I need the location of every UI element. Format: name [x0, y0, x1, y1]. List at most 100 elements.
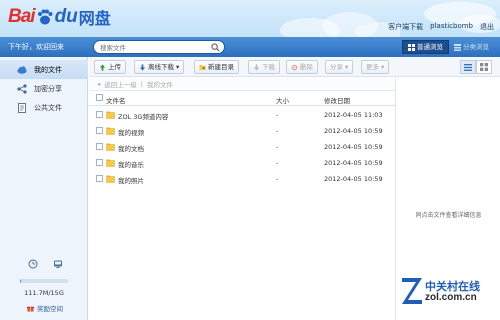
baidu-logo[interactable]: Bai du 网盘: [8, 5, 111, 29]
chevron-down-icon: ▾: [345, 63, 349, 71]
column-header-size[interactable]: 大小: [276, 95, 289, 105]
cloud-icon: [17, 65, 27, 74]
breadcrumb: ◂ 返回上一级 | 我的文件: [89, 78, 395, 91]
download-icon: [253, 63, 260, 71]
file-size: -: [276, 175, 279, 183]
file-size: -: [276, 159, 279, 167]
upload-button[interactable]: 上传: [94, 60, 126, 74]
reward-space-link[interactable]: 奖励空间: [27, 303, 63, 313]
gift-icon: [27, 306, 34, 312]
share-button[interactable]: 分享 ▾: [325, 60, 354, 74]
more-label: 更多: [366, 63, 379, 71]
sidebar-item-encrypted-share[interactable]: 加密分享: [0, 79, 88, 98]
row-checkbox[interactable]: [96, 143, 103, 150]
download-button[interactable]: 下载: [248, 60, 280, 74]
table-row[interactable]: 我的视频 - 2012-04-05 10:59: [89, 123, 395, 139]
username-link[interactable]: plasticbomb: [430, 22, 473, 32]
sidebar-item-label: 加密分享: [34, 84, 62, 93]
zol-logo-icon: [402, 278, 422, 304]
file-date: 2012-04-05 10:59: [324, 175, 383, 183]
grid-icon: [408, 43, 415, 51]
category-view-tab[interactable]: 分类浏览: [449, 40, 494, 54]
breadcrumb-separator: |: [140, 80, 143, 88]
greeting-text: 下午好，欢迎回来: [8, 43, 64, 51]
search-input[interactable]: [100, 42, 210, 53]
thumbnail-view-button[interactable]: [476, 60, 492, 74]
logo-text-product: 网盘: [78, 9, 111, 28]
offline-download-label: 离线下载: [148, 63, 174, 71]
clock-icon[interactable]: [28, 259, 38, 269]
file-date: 2012-04-05 10:59: [324, 143, 383, 151]
new-folder-icon: [199, 64, 206, 70]
new-folder-label: 新建目录: [208, 63, 234, 71]
download-label: 下载: [262, 63, 275, 71]
device-icon[interactable]: [53, 259, 63, 269]
category-icon: [454, 43, 461, 51]
file-name[interactable]: 我的音乐: [118, 159, 144, 169]
back-link[interactable]: 返回上一级: [104, 79, 137, 89]
row-checkbox[interactable]: [96, 159, 103, 166]
quota-bar: [20, 279, 68, 283]
top-toolbar: 下午好，欢迎回来 普通浏览 分类浏览: [0, 37, 500, 57]
upload-label: 上传: [108, 63, 121, 71]
upload-icon: [99, 63, 106, 71]
sidebar-item-public-files[interactable]: 公共文件: [0, 98, 88, 117]
column-header-date[interactable]: 修改日期: [324, 95, 350, 105]
sidebar-item-label: 公共文件: [34, 103, 62, 112]
offline-download-button[interactable]: 离线下载 ▾: [134, 60, 185, 74]
file-name[interactable]: ZOL 3G频道内容: [118, 111, 168, 121]
back-arrow-icon: ◂: [97, 80, 101, 88]
cloud-decoration: [280, 12, 400, 37]
file-size: -: [276, 143, 279, 151]
folder-icon: [106, 143, 115, 151]
new-folder-button[interactable]: 新建目录: [194, 60, 239, 74]
table-row[interactable]: 我的音乐 - 2012-04-05 10:59: [89, 155, 395, 171]
file-date: 2012-04-05 11:03: [324, 111, 383, 119]
file-name[interactable]: 我的文档: [118, 143, 144, 153]
folder-icon: [106, 159, 115, 167]
breadcrumb-current: 我的文件: [146, 81, 173, 89]
search-icon[interactable]: [211, 43, 220, 52]
file-name[interactable]: 我的照片: [118, 175, 144, 185]
select-all-checkbox[interactable]: [96, 94, 103, 101]
table-row[interactable]: ZOL 3G频道内容 - 2012-04-05 11:03: [89, 107, 395, 123]
delete-label: 删除: [300, 63, 313, 71]
row-checkbox[interactable]: [96, 111, 103, 118]
zol-watermark: 中关村在线 zol.com.cn: [400, 274, 495, 314]
sidebar: 我的文件 加密分享 公共文件 111.7M/15G 奖励空间: [0, 57, 88, 320]
category-view-label: 分类浏览: [463, 43, 489, 51]
chevron-down-icon: ▾: [176, 63, 180, 71]
file-toolbar: 上传 离线下载 ▾ 新建目录 下载 删除 分享 ▾ 更多 ▾: [89, 57, 500, 77]
reward-label: 奖励空间: [37, 305, 63, 313]
folder-icon: [106, 127, 115, 135]
table-row[interactable]: 我的文档 - 2012-04-05 10:59: [89, 139, 395, 155]
row-checkbox[interactable]: [96, 175, 103, 182]
logo-text-du: du: [54, 6, 78, 27]
share-label: 分享: [330, 63, 343, 71]
file-date: 2012-04-05 10:59: [324, 159, 383, 167]
file-name[interactable]: 我的视频: [118, 127, 144, 137]
more-button[interactable]: 更多 ▾: [361, 60, 390, 74]
normal-view-tab[interactable]: 普通浏览: [402, 40, 449, 54]
view-switch: 普通浏览 分类浏览: [402, 40, 494, 54]
document-icon: [18, 102, 26, 113]
paw-icon: [36, 8, 54, 26]
delete-button[interactable]: 删除: [286, 60, 318, 74]
offline-download-icon: [139, 63, 146, 71]
logout-link[interactable]: 退出: [480, 22, 494, 32]
file-date: 2012-04-05 10:59: [324, 127, 383, 135]
app-header: Bai du 网盘 客户端下载 plasticbomb 退出: [0, 0, 500, 37]
chevron-down-icon: ▾: [381, 63, 385, 71]
folder-icon: [106, 175, 115, 183]
sidebar-item-my-files[interactable]: 我的文件: [0, 60, 88, 79]
row-checkbox[interactable]: [96, 127, 103, 134]
detail-hint: 同点击文件查看详细信息: [415, 212, 482, 219]
list-view-button[interactable]: [460, 60, 476, 74]
file-table-header: 文件名 大小 修改日期: [89, 91, 395, 106]
table-row[interactable]: 我的照片 - 2012-04-05 10:59: [89, 171, 395, 187]
column-header-name[interactable]: 文件名: [106, 95, 126, 105]
file-size: -: [276, 127, 279, 135]
thumbnail-icon: [480, 63, 488, 71]
view-mode-toggle: [460, 60, 492, 74]
client-download-link[interactable]: 客户端下载: [388, 22, 423, 32]
